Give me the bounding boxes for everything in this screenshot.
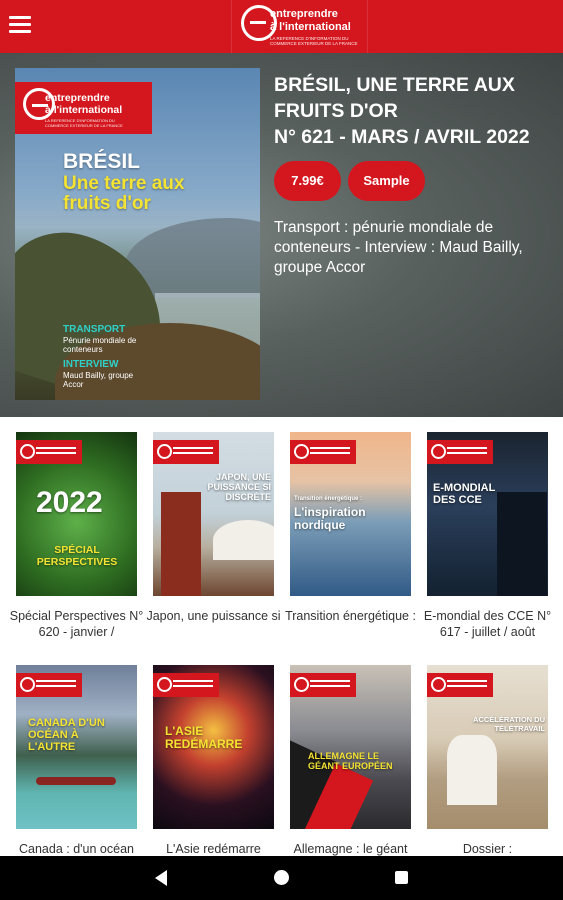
issue-title: BRÉSIL, UNE TERRE AUX FRUITS D'OR N° 621… [274,74,530,148]
issue-description: Transport : pénurie mondiale de conteneu… [274,219,523,276]
issue-cover: Transition énergétique : L'inspiration n… [290,432,411,596]
buy-price-button[interactable]: 7.99€ [274,161,341,201]
issue-label: E-mondial des CCE N° 617 - juillet / aoû… [423,609,552,639]
cover-tag-transport-text: Pénurie mondiale de conteneurs [63,336,137,354]
back-triangle-icon[interactable] [155,870,167,886]
home-circle-icon[interactable] [274,870,289,885]
featured-issue: entreprendre à l'international LA REFERE… [0,53,563,417]
recents-square-icon[interactable] [395,871,408,884]
issue-label: Spécial Perspectives N° 620 - janvier / [9,609,144,639]
issues-grid: 2022 SPÉCIAL PERSPECTIVES Spécial Perspe… [0,417,563,856]
cover-subtitle: Une terre aux fruits d'or [63,173,185,214]
cover-tag-interview-text: Maud Bailly, groupe Accor [63,371,134,389]
issue-cover: L'ASIE REDÉMARRE [153,665,274,829]
issue-label: Transition énergétique : [285,609,416,623]
featured-cover[interactable]: entreprendre à l'international LA REFERE… [15,68,260,400]
issue-cover: 2022 SPÉCIAL PERSPECTIVES [16,432,137,596]
sample-button[interactable]: Sample [348,161,425,201]
cover-title: BRÉSIL [63,150,141,173]
issue-cover: ALLEMAGNE LE GÉANT EUROPÉEN [290,665,411,829]
hamburger-menu-icon[interactable] [9,16,33,36]
logo-text-line2: à l'international [270,21,351,33]
cover-tag-transport: TRANSPORT [63,324,126,335]
app-bar: entreprendre à l'international LA REFERE… [0,0,563,53]
logo-text-line1: entreprendre [270,8,338,20]
logo-tagline: LA REFERENCE D'INFORMATION DU COMMERCE E… [270,36,358,46]
cover-logo: entreprendre à l'international LA REFERE… [15,82,152,134]
issue-label: Japon, une puissance si [146,609,281,623]
brand-logo: entreprendre à l'international LA REFERE… [231,0,368,53]
issue-cover: ACCÉLÉRATION DU TÉLÉTRAVAIL [427,665,548,829]
issue-cover: JAPON, UNE PUISSANCE SI DISCRÈTE [153,432,274,596]
cover-tag-interview: INTERVIEW [63,359,119,370]
issue-cover: CANADA D'UN OCÉAN À L'AUTRE [16,665,137,829]
system-nav-bar [0,856,563,900]
issue-cover: E-MONDIAL DES CCE [427,432,548,596]
